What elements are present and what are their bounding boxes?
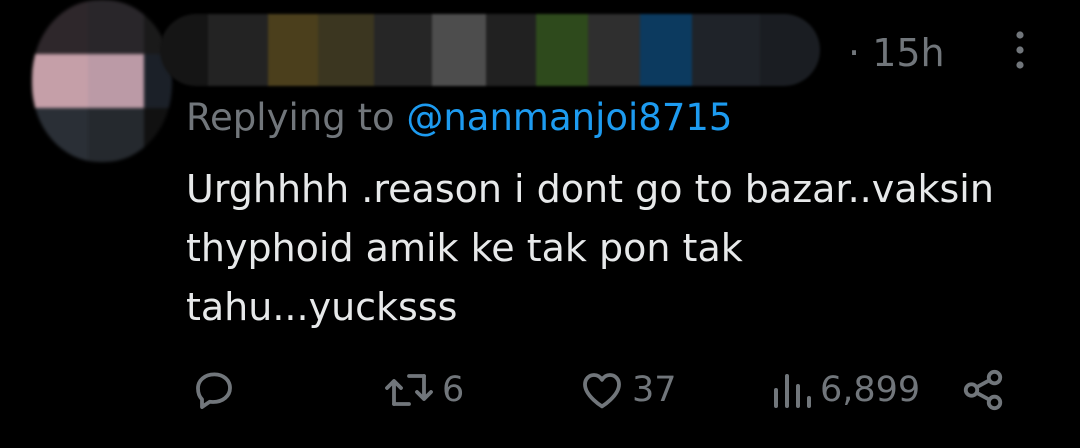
- avatar-pixel: [144, 108, 172, 162]
- name-pixel: [318, 14, 374, 86]
- reply-icon: [196, 372, 232, 409]
- name-pixel: [760, 14, 820, 86]
- avatar-pixel: [32, 54, 88, 108]
- tweet-text: Urghhhh .reason i dont go to bazar..vaks…: [186, 167, 994, 329]
- name-pixel: [640, 14, 692, 86]
- like-button[interactable]: 37: [578, 364, 677, 416]
- name-pixel: [208, 14, 268, 86]
- retweet-button[interactable]: 6: [382, 364, 464, 416]
- avatar-pixel: [88, 0, 144, 54]
- avatar-pixel: [88, 54, 144, 108]
- name-pixel: [486, 14, 536, 86]
- name-pixel: [374, 14, 432, 86]
- replying-handle-link[interactable]: @nanmanjoi8715: [406, 96, 732, 139]
- name-pixel: [268, 14, 318, 86]
- name-pixel: [432, 14, 486, 86]
- avatar-pixel: [88, 108, 144, 162]
- more-options-button[interactable]: [1008, 28, 1032, 72]
- share-icon: [963, 369, 1003, 411]
- retweet-count: 6: [442, 370, 465, 410]
- avatar[interactable]: [32, 0, 172, 162]
- views-icon: [774, 374, 811, 408]
- replying-prefix: Replying to: [186, 96, 407, 139]
- heart-icon: [583, 373, 621, 409]
- like-count: 37: [632, 370, 677, 410]
- views-button[interactable]: 6,899: [770, 364, 920, 416]
- views-count: 6,899: [820, 370, 921, 410]
- name-pixel: [692, 14, 760, 86]
- time-separator: ·: [848, 31, 861, 75]
- name-pixel: [536, 14, 588, 86]
- retweet-icon: [385, 374, 433, 406]
- avatar-pixel: [32, 0, 88, 54]
- more-vertical-icon: [1016, 31, 1024, 69]
- replying-to: Replying to @nanmanjoi8715: [186, 94, 732, 142]
- share-button[interactable]: [960, 364, 1006, 416]
- author-name-blurred[interactable]: [160, 14, 820, 86]
- reply-button[interactable]: [190, 364, 238, 416]
- tweet-timestamp[interactable]: · 15h: [848, 30, 945, 76]
- avatar-pixel: [32, 108, 88, 162]
- time-label: 15h: [872, 31, 945, 75]
- name-pixel: [588, 14, 640, 86]
- tweet[interactable]: · 15h Replying to @nanmanjoi8715 Urghhhh…: [0, 0, 1080, 448]
